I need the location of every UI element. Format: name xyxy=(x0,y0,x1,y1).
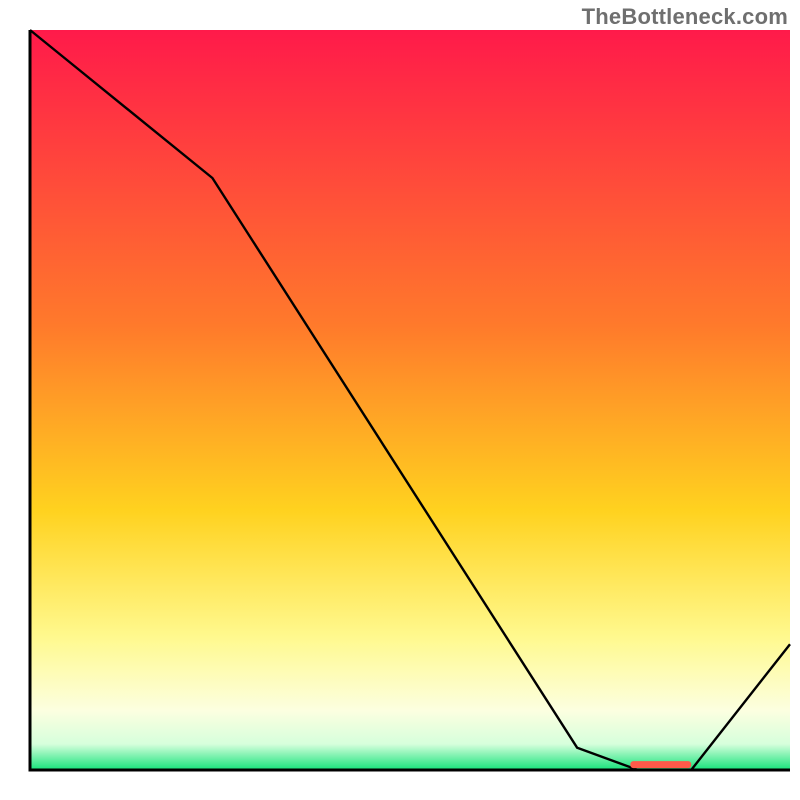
bottleneck-chart xyxy=(0,0,800,800)
plot-background xyxy=(30,30,790,770)
optimal-marker xyxy=(630,761,691,768)
chart-container: TheBottleneck.com xyxy=(0,0,800,800)
watermark-text: TheBottleneck.com xyxy=(582,4,788,30)
